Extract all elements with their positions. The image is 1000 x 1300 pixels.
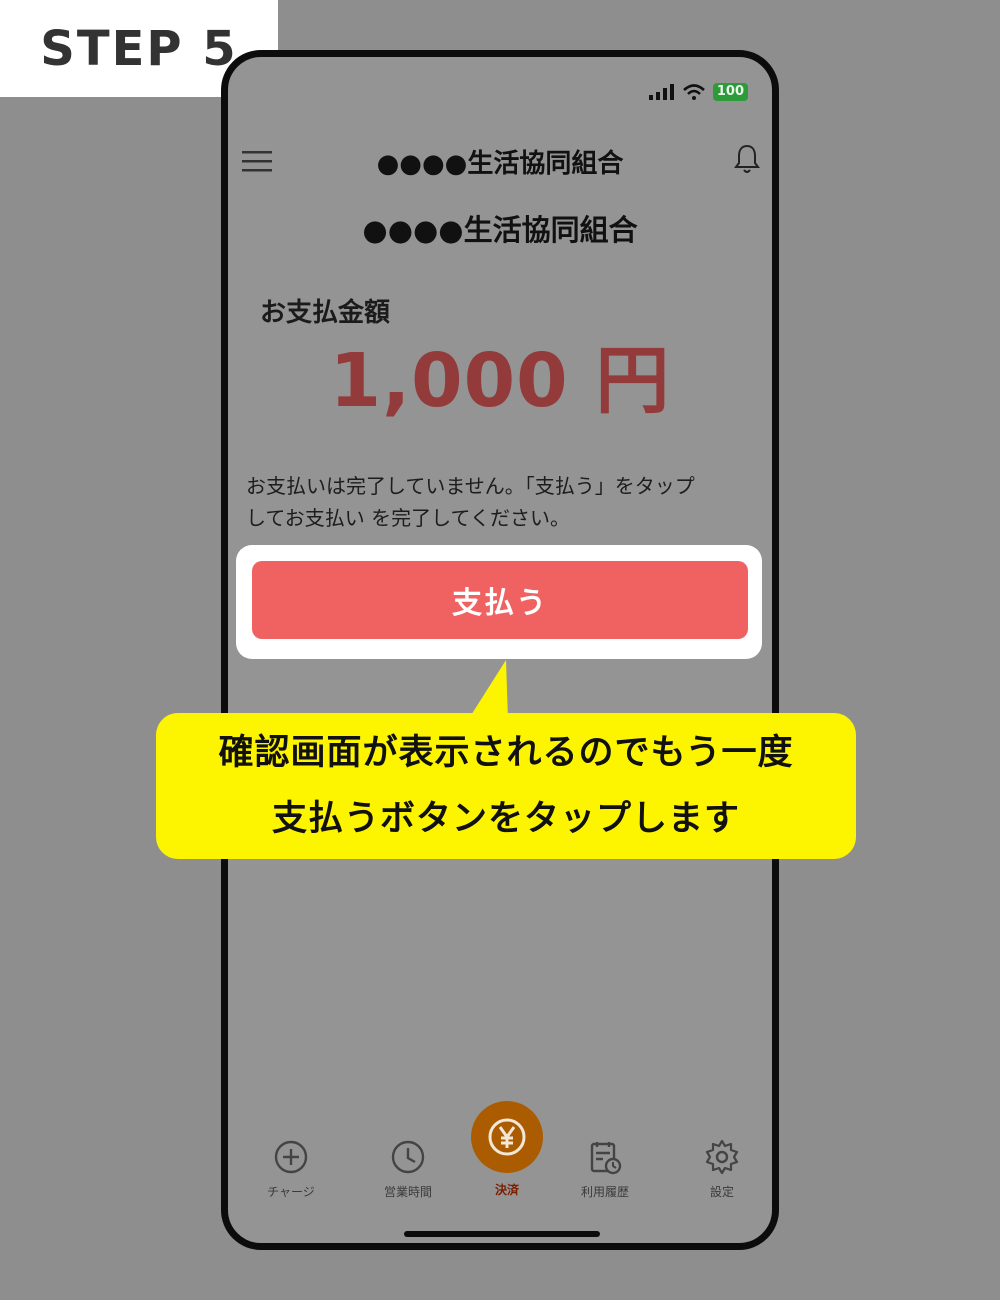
home-indicator [404,1231,600,1237]
callout-line-1: 確認画面が表示されるのでもう一度 [218,733,794,773]
plus-circle-icon [274,1140,308,1174]
signal-icon [648,84,674,100]
payment-message: お支払いは完了していません。「支払う」をタップ してお支払い を完了してください… [246,470,754,534]
tab-bar: チャージ 営業時間 決済 利用履歴 設定 [228,1097,772,1217]
tab-history[interactable]: 利用履歴 [550,1097,660,1200]
tab-hours[interactable]: 営業時間 [353,1097,463,1200]
store-name: ●●●●生活協同組合 [362,213,638,247]
message-line-2: してお支払い を完了してください。 [246,506,570,530]
tab-settings[interactable]: 設定 [667,1097,772,1200]
yen-icon [488,1118,526,1156]
tab-payment-label: 決済 [494,1183,519,1197]
app-header: ●●●●生活協同組合 [228,137,772,187]
wifi-icon [682,84,705,100]
callout-line-2: 支払うボタンをタップします [271,799,740,839]
history-icon [590,1142,622,1175]
tab-payment[interactable]: 決済 [452,1097,562,1198]
header-title: ●●●●生活協同組合 [376,149,624,179]
tab-hours-label: 営業時間 [383,1185,432,1199]
tab-settings-label: 設定 [709,1185,734,1199]
message-line-1: お支払いは完了していません。「支払う」をタップ [246,474,695,498]
pay-button[interactable]: 支払う [252,561,748,639]
callout-pointer [468,660,508,720]
instruction-callout: 確認画面が表示されるのでもう一度 支払うボタンをタップします [156,713,856,859]
payment-amount: 1,000 円 [329,338,671,424]
status-bar: 100 [648,83,748,101]
tab-charge-label: チャージ [267,1185,315,1199]
bell-icon[interactable] [732,143,762,175]
clock-icon [391,1140,425,1174]
tab-history-label: 利用履歴 [580,1185,629,1199]
gear-icon [705,1139,739,1175]
tab-charge[interactable]: チャージ [236,1097,346,1200]
battery-indicator: 100 [712,83,748,101]
payment-tab-circle [471,1101,543,1173]
